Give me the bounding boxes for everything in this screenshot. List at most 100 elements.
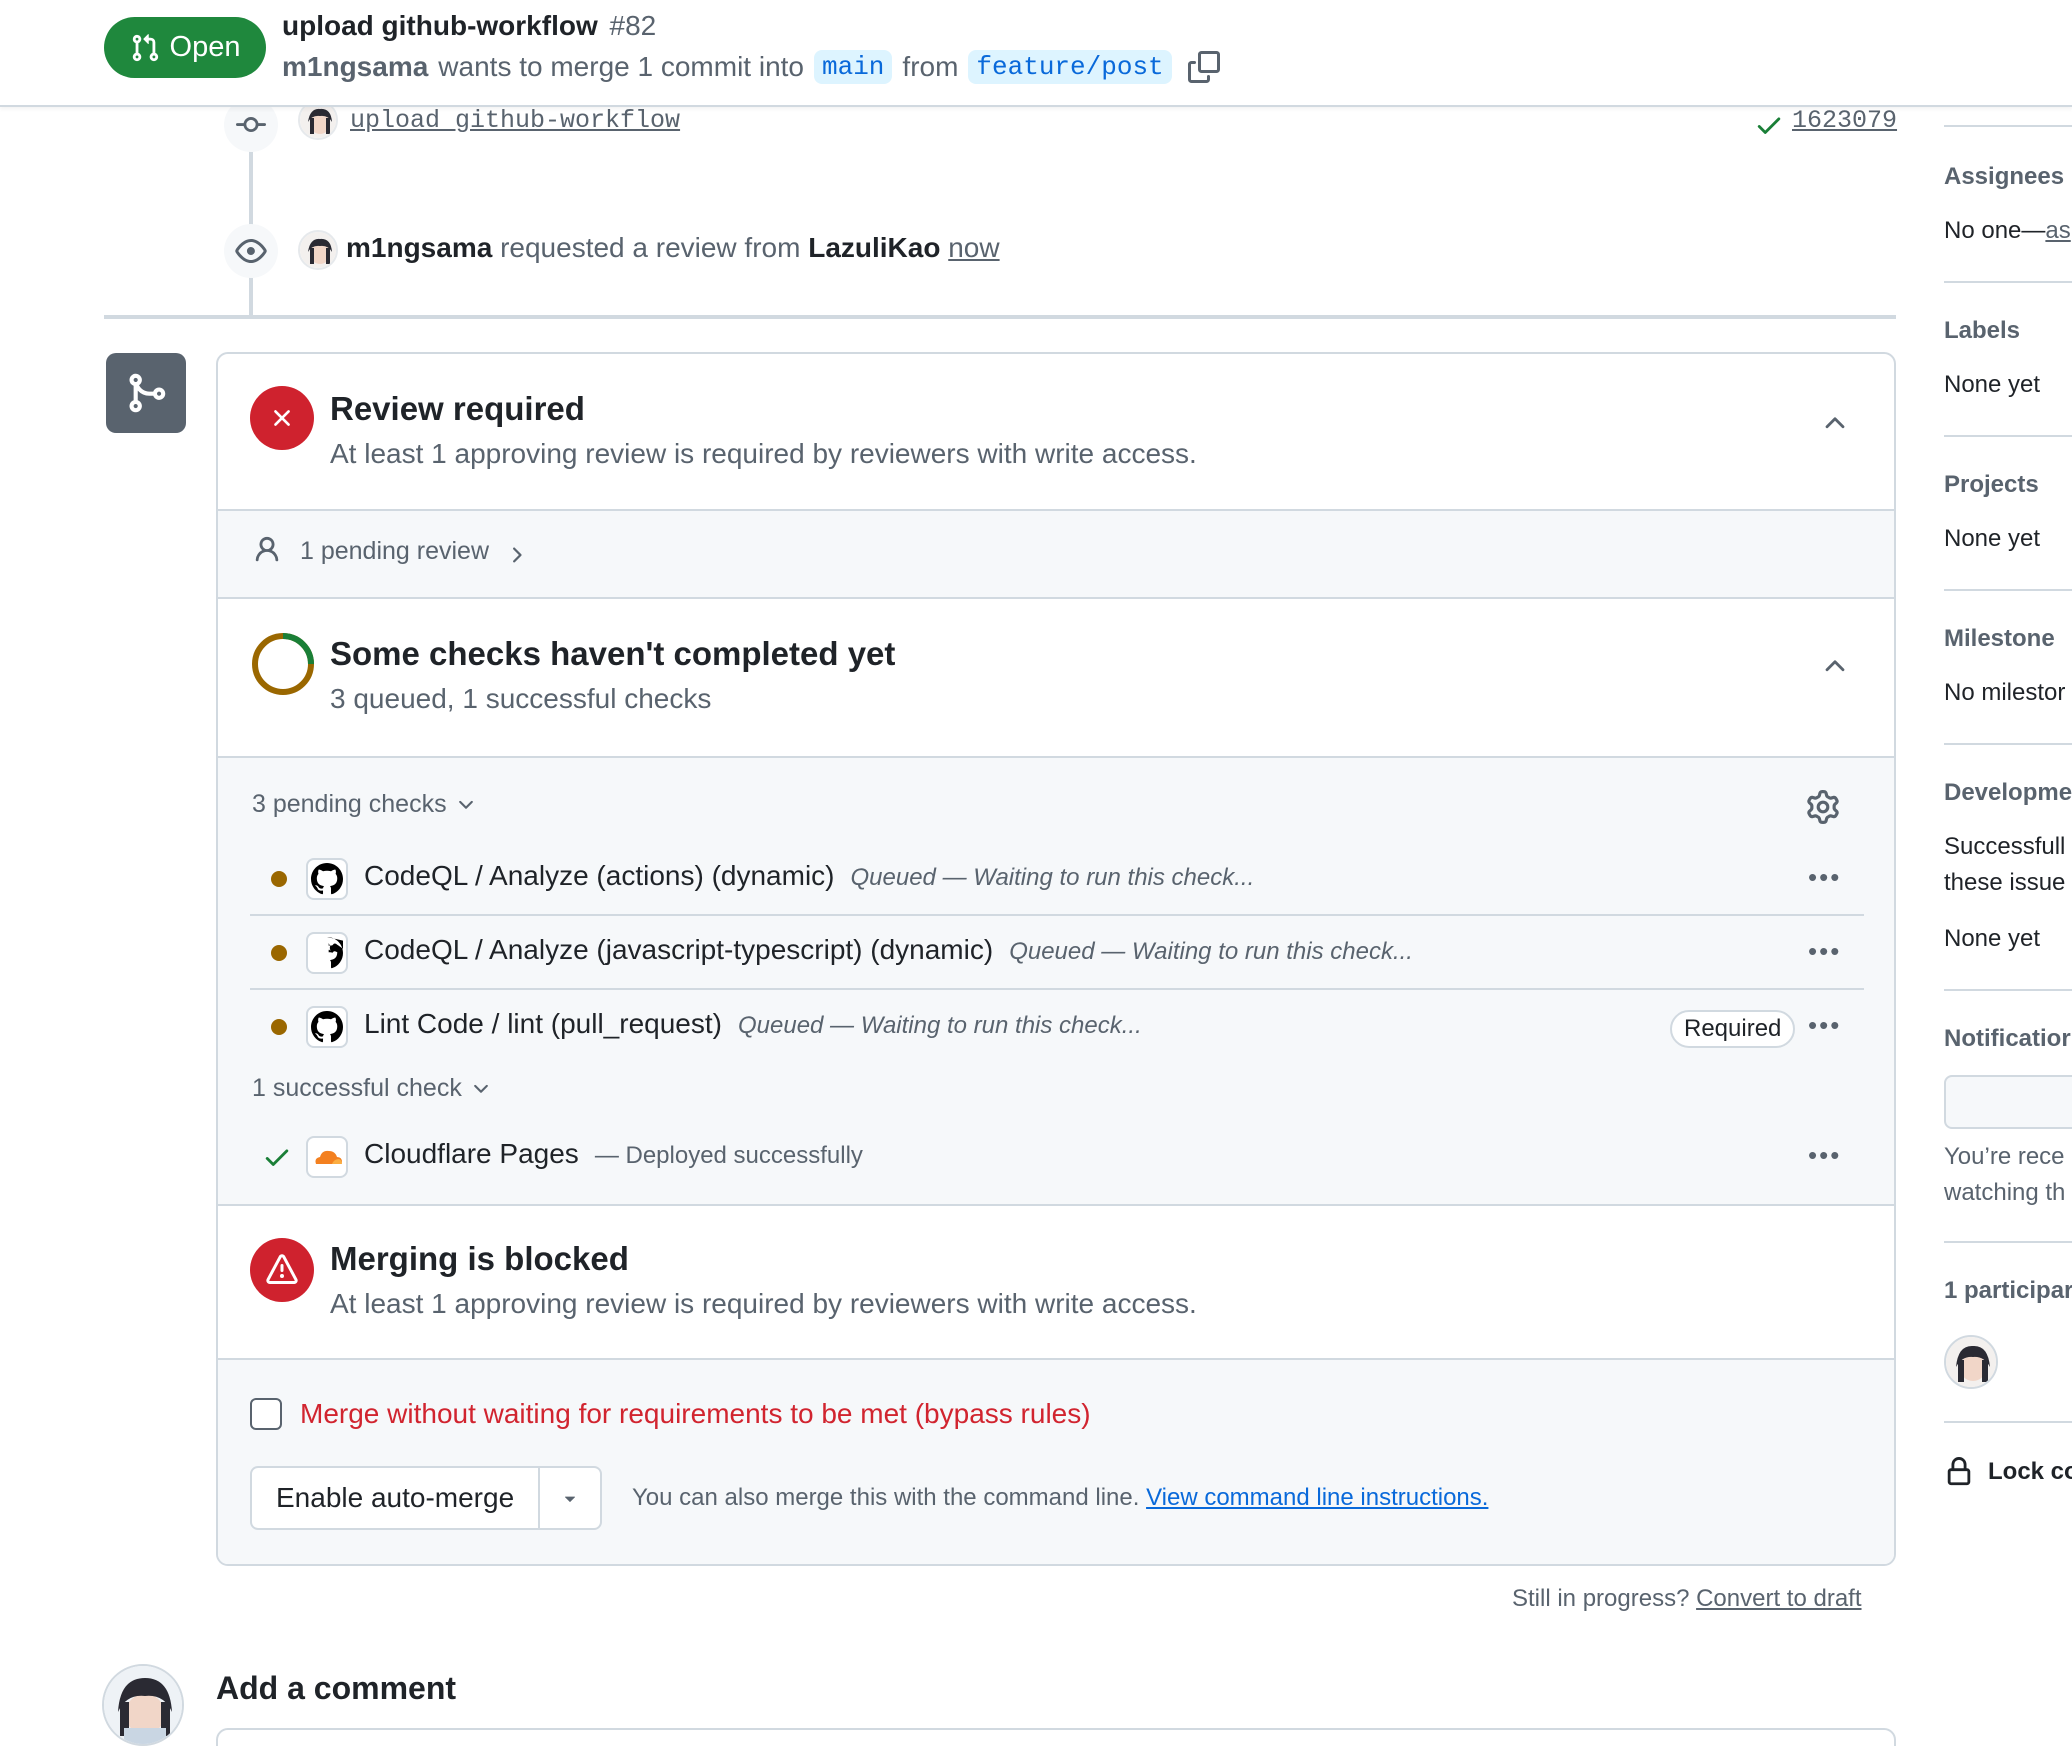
review-required-section: Review required At least 1 approving rev… [218, 354, 1894, 509]
convert-to-draft-line: Still in progress? Convert to draft [1512, 1585, 1862, 1613]
sidebar: Assignees No one—as Labels None yet Proj… [1944, 107, 2072, 1746]
base-branch[interactable]: main [814, 50, 893, 84]
sidebar-assignees-text: No one— [1944, 217, 2046, 244]
kebab-icon[interactable]: ••• [1808, 862, 1841, 893]
git-merge-icon [106, 353, 186, 433]
sidebar-notifications-text: You’re rece [1944, 1143, 2065, 1170]
checks-title: Some checks haven't completed yet [330, 635, 896, 672]
avatar[interactable] [1944, 1335, 1998, 1389]
sidebar-divider [1944, 1421, 2072, 1423]
sidebar-divider [1944, 125, 2072, 127]
pr-title: upload github-workflow #82 [282, 10, 656, 42]
sidebar-divider [1944, 281, 2072, 283]
pr-title-text[interactable]: upload github-workflow [282, 10, 598, 41]
sidebar-labels-heading[interactable]: Labels [1944, 317, 2020, 345]
check-row[interactable]: Lint Code / lint (pull_request) Queued — … [250, 990, 1864, 1064]
sidebar-milestone-heading[interactable]: Milestone [1944, 625, 2055, 653]
sticky-pr-header: Open upload github-workflow #82 m1ngsama… [0, 0, 2072, 107]
successful-checks-toggle[interactable]: 1 successful check [252, 1074, 492, 1103]
check-icon[interactable] [1754, 110, 1784, 145]
bypass-rules-label[interactable]: Merge without waiting for requirements t… [300, 1398, 1091, 1430]
sidebar-development-heading[interactable]: Developme [1944, 779, 2072, 807]
commit-message-link[interactable]: upload github-workflow [350, 106, 680, 135]
sidebar-divider [1944, 589, 2072, 591]
commit-sha-link[interactable]: 1623079 [1792, 106, 1897, 135]
gear-icon[interactable] [1806, 790, 1840, 829]
convert-to-draft-link[interactable]: Convert to draft [1696, 1585, 1861, 1612]
checks-list: 3 pending checks CodeQL / Analyze (actio… [218, 756, 1894, 1206]
pending-dot-icon [271, 945, 287, 961]
assign-yourself-link[interactable]: as [2045, 217, 2070, 244]
check-row[interactable]: Cloudflare Pages — Deployed successfully … [250, 1120, 1864, 1194]
auto-merge-button-group: Enable auto-merge [250, 1466, 603, 1530]
chevron-down-icon [458, 800, 473, 809]
sidebar-divider [1944, 743, 2072, 745]
lock-conversation-label: Lock co [1988, 1458, 2072, 1485]
check-name: Lint Code / lint (pull_request) [364, 1008, 722, 1039]
review-required-subtitle: At least 1 approving review is required … [330, 438, 1197, 469]
review-time-link[interactable]: now [948, 232, 999, 263]
sidebar-projects-value: None yet [1944, 525, 2041, 552]
check-row[interactable]: CodeQL / Analyze (javascript-typescript)… [250, 916, 1864, 990]
pending-review-row[interactable]: 1 pending review [218, 509, 1894, 599]
check-row[interactable]: CodeQL / Analyze (actions) (dynamic) Queu… [250, 842, 1864, 916]
alert-icon [250, 1238, 314, 1302]
pr-merge-text: wants to merge 1 commit into [438, 51, 804, 82]
merging-blocked-subtitle: At least 1 approving review is required … [330, 1288, 1197, 1319]
sidebar-projects-heading[interactable]: Projects [1944, 471, 2039, 499]
triangle-down-icon[interactable] [538, 1468, 600, 1528]
bypass-rules-checkbox[interactable] [250, 1398, 282, 1430]
eye-icon [224, 224, 278, 278]
sidebar-development-text: these issue [1944, 869, 2066, 896]
spinner-icon [250, 631, 316, 702]
cloudflare-logo-icon [306, 1136, 348, 1178]
sidebar-assignees-heading[interactable]: Assignees [1944, 163, 2064, 191]
lock-icon [1947, 1457, 1971, 1486]
chevron-up-icon[interactable] [1820, 408, 1850, 443]
sidebar-participants-heading: 1 participar [1944, 1277, 2072, 1304]
review-event-text: requested a review from [500, 232, 801, 263]
sidebar-notifications-heading: Notificatior [1944, 1025, 2071, 1052]
chevron-up-icon[interactable] [1820, 651, 1850, 686]
check-name: Cloudflare Pages [364, 1138, 579, 1169]
avatar[interactable] [102, 1664, 184, 1746]
sidebar-divider [1944, 435, 2072, 437]
merging-blocked-title: Merging is blocked [330, 1240, 629, 1277]
check-status: Queued — Waiting to run this check... [737, 1012, 1142, 1039]
pr-number: #82 [609, 10, 657, 41]
review-required-title: Review required [330, 390, 585, 427]
avatar[interactable] [298, 230, 338, 270]
sidebar-development-value: None yet [1944, 925, 2041, 952]
sidebar-labels-value: None yet [1944, 371, 2041, 398]
kebab-icon[interactable]: ••• [1808, 1010, 1841, 1041]
pending-checks-toggle[interactable]: 3 pending checks [252, 790, 477, 819]
chevron-right-icon [504, 543, 528, 572]
lock-conversation-button[interactable]: Lock co [1944, 1457, 2072, 1487]
comment-editor[interactable] [216, 1728, 1896, 1746]
notifications-subscribe-button[interactable] [1944, 1075, 2072, 1129]
reviewer-link[interactable]: LazuliKao [808, 232, 940, 263]
check-name: CodeQL / Analyze (javascript-typescript)… [364, 934, 994, 965]
pr-meta: m1ngsama wants to merge 1 commit into ma… [282, 50, 1220, 84]
add-comment-title: Add a comment [216, 1670, 457, 1706]
kebab-icon[interactable]: ••• [1808, 1140, 1841, 1171]
draft-prompt-text: Still in progress? [1512, 1585, 1690, 1612]
sidebar-assignees-value: No one—as [1944, 217, 2071, 245]
kebab-icon[interactable]: ••• [1808, 936, 1841, 967]
sidebar-milestone-value: No milestor [1944, 679, 2066, 706]
pending-review-label: 1 pending review [300, 537, 490, 565]
copy-icon[interactable] [1187, 51, 1220, 83]
head-branch[interactable]: feature/post [968, 50, 1172, 84]
merge-box: Review required At least 1 approving rev… [216, 352, 1896, 1566]
pr-author-link[interactable]: m1ngsama [282, 51, 428, 83]
enable-auto-merge-button[interactable]: Enable auto-merge [252, 1468, 538, 1528]
sidebar-development-text: Successfull [1944, 833, 2066, 860]
github-logo-icon [306, 1006, 348, 1048]
sidebar-divider [1944, 1241, 2072, 1243]
x-icon [250, 386, 314, 450]
command-line-instructions-link[interactable]: View command line instructions. [1146, 1484, 1488, 1511]
chevron-down-icon [473, 1084, 488, 1093]
review-actor-link[interactable]: m1ngsama [346, 232, 492, 263]
review-request-event: m1ngsama requested a review from LazuliK… [346, 232, 1000, 264]
sidebar-divider [1944, 989, 2072, 991]
